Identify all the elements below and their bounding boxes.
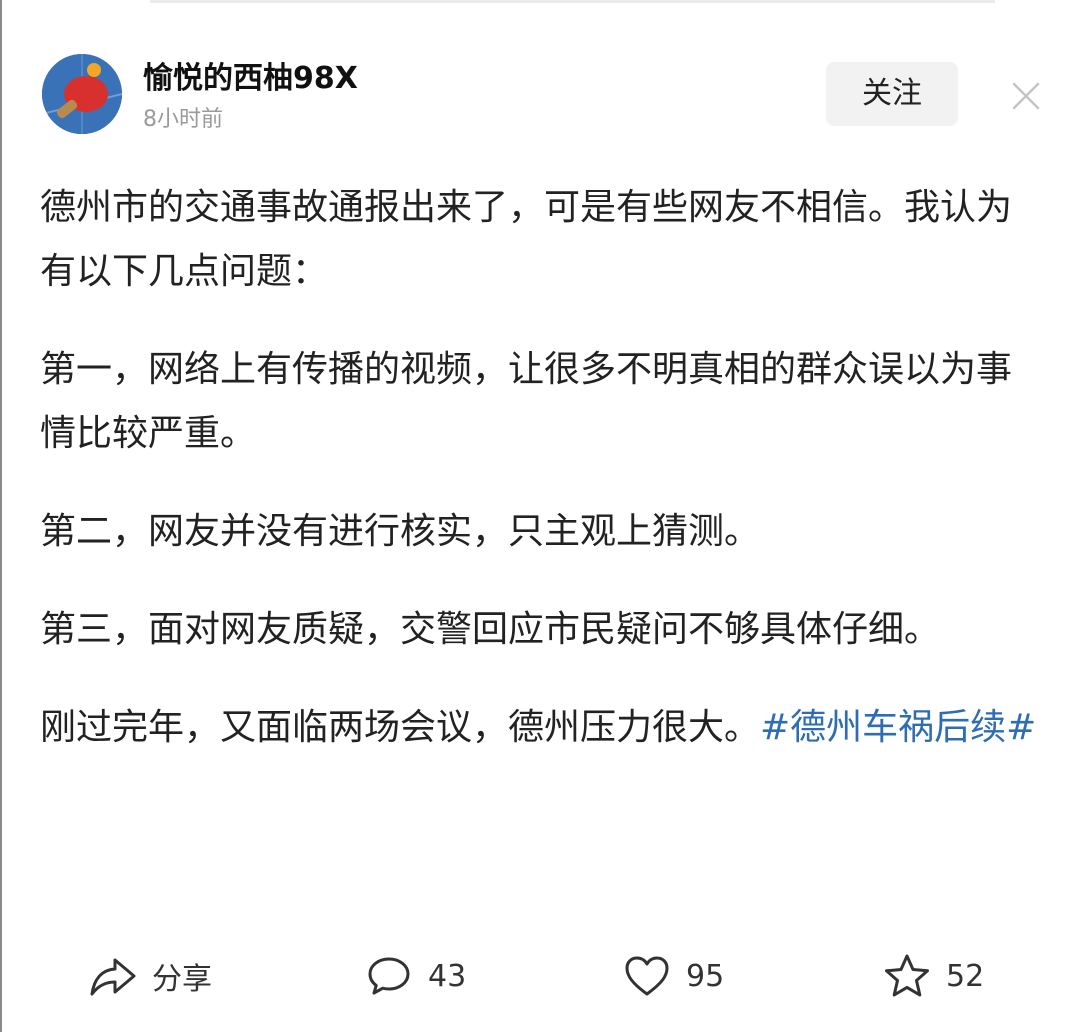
- post-paragraph: 第三，面对网友质疑，交警回应市民疑问不够具体仔细。: [40, 609, 941, 650]
- left-edge-divider: [0, 0, 2, 1032]
- favorite-button[interactable]: 52: [882, 944, 984, 1008]
- like-button[interactable]: 95: [622, 944, 724, 1008]
- top-divider: [150, 0, 995, 3]
- post-time: 8小时前: [143, 107, 223, 132]
- comment-count: 43: [428, 958, 467, 994]
- post-paragraph: 德州市的交通事故通报出来了，可是有些网友不相信。我认为有以下几点问题：: [40, 187, 1013, 292]
- star-icon: [885, 954, 929, 997]
- post-paragraph: 第一，网络上有传播的视频，让很多不明真相的群众误以为事情比较严重。: [40, 349, 1013, 454]
- follow-button[interactable]: 关注: [826, 62, 958, 126]
- share-icon: [90, 958, 136, 996]
- hashtag-link[interactable]: #德州车祸后续#: [760, 707, 1036, 748]
- heart-icon: [625, 956, 669, 996]
- close-icon: [1012, 82, 1040, 110]
- author-name[interactable]: 愉悦的西柚98X: [143, 57, 358, 101]
- ping-pong-paddle-icon: [42, 54, 122, 134]
- post-paragraph-text: 刚过完年，又面临两场会议，德州压力很大。: [40, 707, 761, 748]
- share-button[interactable]: 分享: [88, 944, 212, 1008]
- close-button[interactable]: [1010, 80, 1042, 112]
- favorite-count: 52: [946, 958, 985, 994]
- post-body: 德州市的交通事故通报出来了，可是有些网友不相信。我认为有以下几点问题： 第一，网…: [40, 176, 1040, 794]
- avatar[interactable]: [42, 54, 122, 134]
- post-paragraph-last: 刚过完年，又面临两场会议，德州压力很大。#德州车祸后续#: [40, 696, 1040, 760]
- share-label: 分享: [152, 962, 212, 997]
- like-count: 95: [686, 958, 725, 994]
- comment-icon: [368, 957, 410, 995]
- comment-button[interactable]: 43: [364, 944, 466, 1008]
- post-paragraph: 第二，网友并没有进行核实，只主观上猜测。: [40, 511, 761, 552]
